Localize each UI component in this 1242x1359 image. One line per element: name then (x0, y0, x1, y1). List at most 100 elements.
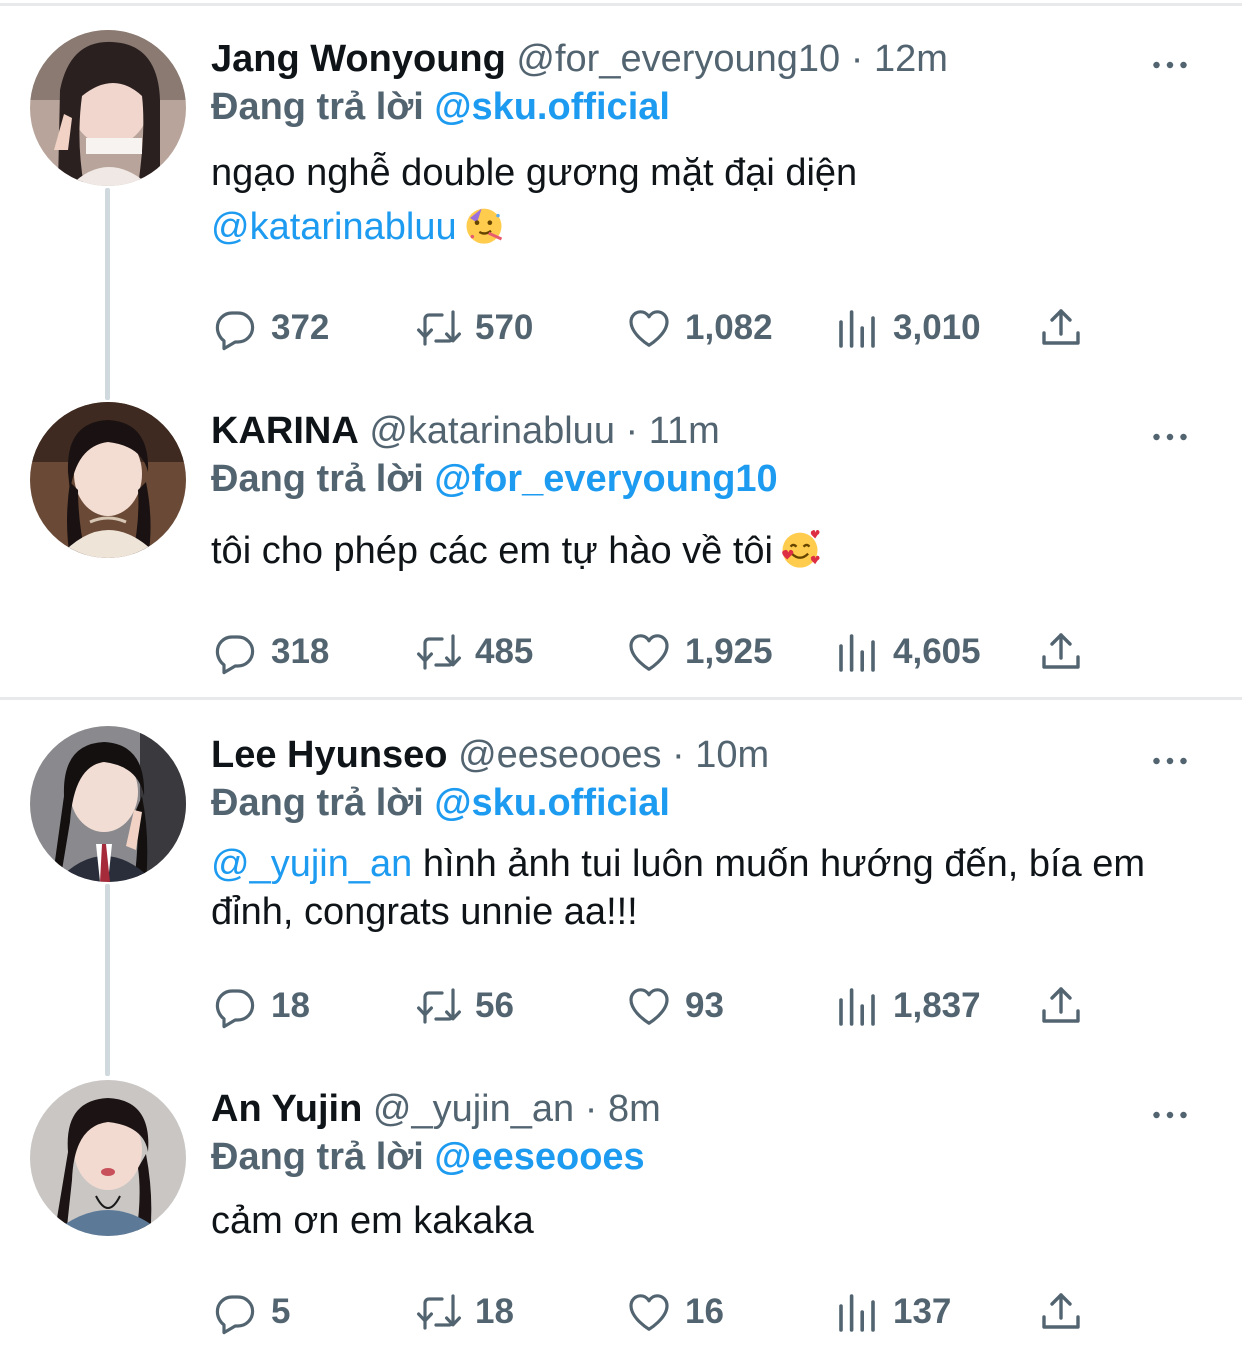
user-handle[interactable]: @for_everyoung10 (516, 38, 840, 80)
reply-button[interactable]: 5 (211, 1288, 290, 1336)
tweet-text: ngạo nghễ double gương mặt đại diện @kat… (211, 146, 1192, 254)
tweet-text-line: tôi cho phép các em tự hào về tôi (211, 530, 773, 572)
replying-to-line: Đang trả lời @eeseooes (211, 1132, 1192, 1182)
tweet-mention[interactable]: @katarinabluu (211, 206, 457, 248)
retweet-icon (415, 628, 463, 676)
replying-to-label: Đang trả lời (211, 458, 424, 500)
retweet-count: 18 (475, 1292, 514, 1331)
tweet[interactable]: Jang Wonyoung @for_everyoung10 · 12m Đan… (0, 30, 1242, 390)
share-button[interactable] (1037, 628, 1085, 676)
separator-dot: · (584, 1088, 598, 1130)
replying-to-line: Đang trả lời @sku.official (211, 82, 1192, 132)
more-options-button[interactable] (1148, 1092, 1192, 1138)
share-button[interactable] (1037, 1288, 1085, 1336)
retweet-icon (415, 1288, 463, 1336)
reply-icon (211, 982, 259, 1030)
like-button[interactable]: 93 (625, 982, 724, 1030)
reply-button[interactable]: 318 (211, 628, 329, 676)
retweet-button[interactable]: 570 (415, 304, 533, 352)
views-button[interactable]: 3,010 (833, 304, 981, 352)
like-button[interactable]: 16 (625, 1288, 724, 1336)
retweet-button[interactable]: 18 (415, 1288, 514, 1336)
views-button[interactable]: 137 (833, 1288, 951, 1336)
like-count: 1,925 (685, 632, 773, 671)
display-name[interactable]: An Yujin (211, 1088, 362, 1130)
reply-to-mention[interactable]: @eeseooes (434, 1136, 644, 1178)
timestamp[interactable]: 10m (695, 734, 769, 776)
reply-count: 18 (271, 986, 310, 1025)
avatar[interactable] (30, 30, 186, 186)
reply-button[interactable]: 18 (211, 982, 310, 1030)
more-options-button[interactable] (1148, 738, 1192, 784)
user-handle[interactable]: @eeseooes (458, 734, 661, 776)
tweet-header: KARINA @katarinabluu · 11m (211, 408, 1192, 454)
replying-to-line: Đang trả lời @sku.official (211, 778, 1192, 828)
tweet-text: @_yujin_an hình ảnh tui luôn muốn hướng … (211, 840, 1192, 936)
user-handle[interactable]: @_yujin_an (373, 1088, 574, 1130)
reply-icon (211, 1288, 259, 1336)
reply-count: 372 (271, 308, 330, 347)
smiling-face-with-hearts-emoji (782, 530, 820, 568)
views-button[interactable]: 4,605 (833, 628, 981, 676)
retweet-icon (415, 304, 463, 352)
replying-to-label: Đang trả lời (211, 1136, 424, 1178)
more-icon (1152, 60, 1188, 70)
avatar[interactable] (30, 726, 186, 882)
view-count: 3,010 (893, 308, 981, 347)
heart-icon (625, 304, 673, 352)
separator-dot: · (672, 734, 685, 776)
retweet-button[interactable]: 485 (415, 628, 533, 676)
reply-to-mention[interactable]: @sku.official (434, 782, 670, 824)
reply-to-mention[interactable]: @sku.official (434, 86, 670, 128)
reply-button[interactable]: 372 (211, 304, 329, 352)
share-button[interactable] (1037, 982, 1085, 1030)
reply-to-mention[interactable]: @for_everyoung10 (434, 458, 777, 500)
heart-icon (625, 628, 673, 676)
share-icon (1037, 1288, 1085, 1336)
retweet-count: 570 (475, 308, 534, 347)
avatar[interactable] (30, 1080, 186, 1236)
display-name[interactable]: KARINA (211, 410, 359, 452)
avatar[interactable] (30, 402, 186, 558)
share-button[interactable] (1037, 304, 1085, 352)
reply-icon (211, 628, 259, 676)
reply-icon (211, 304, 259, 352)
tweet-actions: 18 56 93 1,837 (211, 982, 1111, 1030)
tweet[interactable]: An Yujin @_yujin_an · 8m Đang trả lời @e… (0, 1080, 1242, 1350)
timestamp[interactable]: 8m (608, 1088, 661, 1130)
retweet-count: 485 (475, 632, 534, 671)
timestamp[interactable]: 12m (874, 38, 948, 80)
tweet-header: An Yujin @_yujin_an · 8m (211, 1086, 1192, 1132)
tweet[interactable]: Lee Hyunseo @eeseooes · 10m Đang trả lời… (0, 726, 1242, 1046)
display-name[interactable]: Lee Hyunseo (211, 734, 448, 776)
retweet-icon (415, 982, 463, 1030)
more-icon (1152, 432, 1188, 442)
separator-dot: · (850, 38, 864, 80)
reply-count: 318 (271, 632, 330, 671)
views-button[interactable]: 1,837 (833, 982, 981, 1030)
like-count: 1,082 (685, 308, 773, 347)
top-divider (0, 3, 1242, 6)
timestamp[interactable]: 11m (649, 410, 720, 452)
more-icon (1152, 756, 1188, 766)
tweet-mention[interactable]: @_yujin_an (211, 843, 412, 885)
share-icon (1037, 304, 1085, 352)
view-count: 137 (893, 1292, 952, 1331)
tweet-text: tôi cho phép các em tự hào về tôi (211, 524, 1192, 578)
user-handle[interactable]: @katarinabluu (369, 410, 615, 452)
views-icon (833, 304, 881, 352)
like-button[interactable]: 1,925 (625, 628, 773, 676)
heart-icon (625, 982, 673, 1030)
view-count: 1,837 (893, 986, 981, 1025)
share-icon (1037, 628, 1085, 676)
like-button[interactable]: 1,082 (625, 304, 773, 352)
display-name[interactable]: Jang Wonyoung (211, 38, 506, 80)
replying-to-line: Đang trả lời @for_everyoung10 (211, 454, 1192, 504)
more-options-button[interactable] (1148, 42, 1192, 88)
tweet[interactable]: KARINA @katarinabluu · 11m Đang trả lời … (0, 402, 1242, 692)
more-options-button[interactable] (1148, 414, 1192, 460)
views-icon (833, 982, 881, 1030)
partying-face-emoji (466, 208, 502, 244)
conversation-divider (0, 697, 1242, 700)
retweet-button[interactable]: 56 (415, 982, 514, 1030)
